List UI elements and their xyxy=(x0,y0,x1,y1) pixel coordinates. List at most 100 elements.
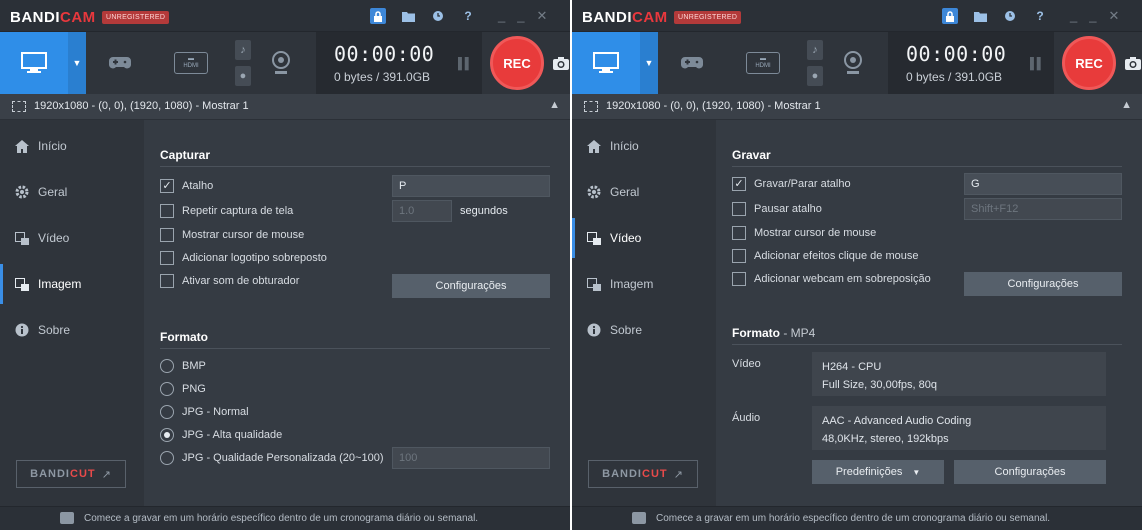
format-radio-png[interactable] xyxy=(160,382,174,396)
minimize-to-tray-icon[interactable]: _ xyxy=(1089,8,1096,24)
pause-hotkey-row[interactable]: Pausar atalho xyxy=(732,200,822,218)
format-option-jpg-custom[interactable]: JPG - Qualidade Personalizada (20~100) xyxy=(160,449,383,467)
minimize-icon[interactable]: _ xyxy=(498,8,505,24)
webcam-overlay-row[interactable]: Adicionar webcam em sobreposição xyxy=(732,270,931,288)
capture-target-bar[interactable]: 1920x1080 - (0, 0), (1920, 1080) - Mostr… xyxy=(572,94,1142,120)
hotkey-checkbox[interactable]: ✓ xyxy=(160,179,174,193)
nav-item-sobre[interactable]: Sobre xyxy=(0,310,144,350)
format-option-png[interactable]: PNG xyxy=(160,380,206,398)
clock-icon[interactable] xyxy=(1002,8,1018,24)
format-radio-jpg-custom[interactable] xyxy=(160,451,174,465)
hotkey-checkbox-row[interactable]: ✓ Atalho xyxy=(160,177,213,195)
add-logo-checkbox[interactable] xyxy=(160,251,174,265)
nav-item-video[interactable]: Vídeo xyxy=(0,218,144,258)
shutter-sound-row[interactable]: Ativar som de obturador xyxy=(160,272,299,290)
unregistered-badge[interactable]: UNREGISTERED xyxy=(102,11,170,24)
hdmi-mode-button[interactable]: ▬ HDMI xyxy=(160,32,222,94)
screen-mode-button[interactable] xyxy=(572,32,640,94)
webcam-overlay-checkbox[interactable] xyxy=(732,272,746,286)
format-option-jpg-normal[interactable]: JPG - Normal xyxy=(160,403,249,421)
nav-item-sobre[interactable]: Sobre xyxy=(572,310,716,350)
status-footer[interactable]: Comece a gravar em um horário específico… xyxy=(572,506,1142,530)
pause-hotkey-field[interactable]: Shift+F12 xyxy=(964,198,1122,220)
nav-item-geral[interactable]: Geral xyxy=(572,172,716,212)
repeat-interval-field[interactable]: 1.0 xyxy=(392,200,452,222)
rec-button[interactable]: REC xyxy=(1062,36,1116,90)
show-cursor-checkbox[interactable] xyxy=(732,226,746,240)
bandicut-button[interactable]: BANDI CUT ↗ xyxy=(588,460,698,488)
nav-item-imagem[interactable]: Imagem xyxy=(0,264,144,304)
folder-icon[interactable] xyxy=(400,8,416,24)
lock-icon[interactable] xyxy=(942,8,958,24)
webcam-icon[interactable] xyxy=(264,46,298,80)
format-option-jpg-high[interactable]: JPG - Alta qualidade xyxy=(160,426,282,444)
add-logo-row[interactable]: Adicionar logotipo sobreposto xyxy=(160,249,327,267)
external-link-icon: ↗ xyxy=(101,468,112,481)
pause-icon[interactable]: ▌▌ xyxy=(458,58,473,70)
microphone-icon[interactable]: ● xyxy=(807,66,823,86)
settings-content-imagem: Capturar ✓ Atalho P Repetir captura de t… xyxy=(144,120,570,506)
folder-icon[interactable] xyxy=(972,8,988,24)
hdmi-mode-button[interactable]: ▬ HDMI xyxy=(732,32,794,94)
speaker-icon[interactable]: ♪ xyxy=(235,40,251,60)
clock-icon[interactable] xyxy=(430,8,446,24)
settings-content-video: Gravar ✓ Gravar/Parar atalho G Pausar at… xyxy=(716,120,1142,506)
screen-mode-button[interactable] xyxy=(0,32,68,94)
camera-icon[interactable] xyxy=(1124,54,1142,72)
format-radio-jpg-high[interactable] xyxy=(160,428,174,442)
hotkey-field[interactable]: P xyxy=(392,175,550,197)
pause-icon[interactable]: ▌▌ xyxy=(1030,58,1045,70)
bandicut-button[interactable]: BANDI CUT ↗ xyxy=(16,460,126,488)
minimize-to-tray-icon[interactable]: _ xyxy=(517,8,524,24)
video-details: Full Size, 30,00fps, 80q xyxy=(822,379,937,391)
minimize-icon[interactable]: _ xyxy=(1070,8,1077,24)
speaker-icon[interactable]: ♪ xyxy=(807,40,823,60)
show-cursor-row[interactable]: Mostrar cursor de mouse xyxy=(160,226,304,244)
close-icon[interactable]: ✕ xyxy=(536,8,547,24)
nav-item-video[interactable]: Vídeo xyxy=(572,218,716,258)
rec-button[interactable]: REC xyxy=(490,36,544,90)
game-mode-button[interactable] xyxy=(662,32,722,94)
shutter-sound-checkbox[interactable] xyxy=(160,274,174,288)
format-radio-jpg-normal[interactable] xyxy=(160,405,174,419)
start-stop-hotkey-checkbox[interactable]: ✓ xyxy=(732,177,746,191)
presets-button[interactable]: Predefinições ▼ xyxy=(812,460,944,484)
nav-item-inicio[interactable]: Início xyxy=(572,126,716,166)
close-icon[interactable]: ✕ xyxy=(1108,8,1119,24)
click-effects-checkbox[interactable] xyxy=(732,249,746,263)
chevron-up-icon[interactable]: ▲ xyxy=(1121,99,1132,111)
repeat-capture-row[interactable]: Repetir captura de tela xyxy=(160,202,293,220)
repeat-capture-checkbox[interactable] xyxy=(160,204,174,218)
game-mode-button[interactable] xyxy=(90,32,150,94)
show-cursor-row[interactable]: Mostrar cursor de mouse xyxy=(732,224,876,242)
mode-dropdown-button[interactable]: ▼ xyxy=(640,32,658,94)
webcam-icon[interactable] xyxy=(836,46,870,80)
status-footer[interactable]: Comece a gravar em um horário específico… xyxy=(0,506,570,530)
help-icon[interactable]: ? xyxy=(460,8,476,24)
pause-hotkey-checkbox[interactable] xyxy=(732,202,746,216)
show-cursor-checkbox[interactable] xyxy=(160,228,174,242)
capture-target-text: 1920x1080 - (0, 0), (1920, 1080) - Mostr… xyxy=(34,100,249,112)
microphone-icon[interactable]: ● xyxy=(235,66,251,86)
start-stop-hotkey-row[interactable]: ✓ Gravar/Parar atalho xyxy=(732,175,851,193)
click-effects-row[interactable]: Adicionar efeitos clique de mouse xyxy=(732,247,918,265)
capture-target-bar[interactable]: 1920x1080 - (0, 0), (1920, 1080) - Mostr… xyxy=(0,94,570,120)
nav-item-geral[interactable]: Geral xyxy=(0,172,144,212)
camera-icon[interactable] xyxy=(552,54,570,72)
custom-quality-field[interactable]: 100 xyxy=(392,447,550,469)
repeat-unit-label: segundos xyxy=(460,205,508,217)
record-settings-button[interactable]: Configurações xyxy=(964,272,1122,296)
lock-icon[interactable] xyxy=(370,8,386,24)
capture-settings-button[interactable]: Configurações xyxy=(392,274,550,298)
start-stop-hotkey-field[interactable]: G xyxy=(964,173,1122,195)
format-settings-button[interactable]: Configurações xyxy=(954,460,1106,484)
chevron-up-icon[interactable]: ▲ xyxy=(549,99,560,111)
format-option-bmp[interactable]: BMP xyxy=(160,357,206,375)
unregistered-badge[interactable]: UNREGISTERED xyxy=(674,11,742,24)
nav-item-imagem[interactable]: Imagem xyxy=(572,264,716,304)
footer-tip: Comece a gravar em um horário específico… xyxy=(656,513,1051,524)
help-icon[interactable]: ? xyxy=(1032,8,1048,24)
nav-item-inicio[interactable]: Início xyxy=(0,126,144,166)
mode-dropdown-button[interactable]: ▼ xyxy=(68,32,86,94)
format-radio-bmp[interactable] xyxy=(160,359,174,373)
